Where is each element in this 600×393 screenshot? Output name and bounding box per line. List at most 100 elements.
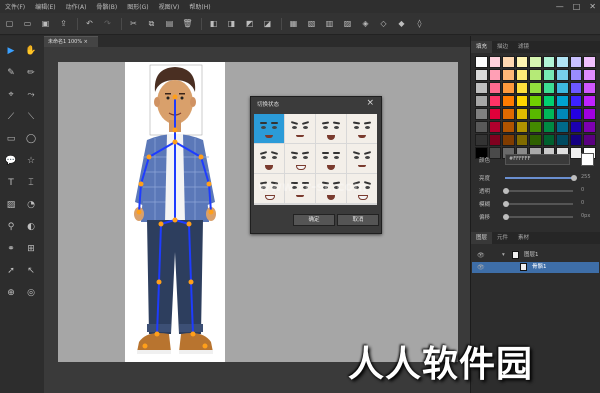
- color-swatch[interactable]: [542, 134, 555, 146]
- color-swatch[interactable]: [502, 69, 515, 81]
- tab-assets[interactable]: 素材: [513, 232, 534, 244]
- target-icon[interactable]: ◎: [24, 286, 38, 300]
- close-icon[interactable]: ×: [366, 98, 374, 108]
- color-swatch[interactable]: [488, 95, 501, 107]
- color-swatch[interactable]: [515, 69, 528, 81]
- color-swatch[interactable]: [583, 69, 596, 81]
- pointer-icon[interactable]: ↖: [24, 264, 38, 278]
- color-swatch[interactable]: [515, 56, 528, 68]
- color-swatch[interactable]: [556, 121, 569, 133]
- tab-filter[interactable]: 滤镜: [513, 41, 534, 53]
- color-swatch[interactable]: [542, 121, 555, 133]
- color-swatch[interactable]: [529, 95, 542, 107]
- tab-symbols[interactable]: 元件: [492, 232, 513, 244]
- redo-icon[interactable]: ↷: [101, 17, 114, 30]
- color-swatch[interactable]: [488, 82, 501, 94]
- color-swatch[interactable]: [515, 121, 528, 133]
- color-swatch[interactable]: [569, 95, 582, 107]
- color-swatch[interactable]: [556, 108, 569, 120]
- bone-icon[interactable]: ⟋: [4, 110, 18, 124]
- color-swatch[interactable]: [515, 134, 528, 146]
- layer-row-selected[interactable]: 👁 骨骼1: [472, 262, 599, 273]
- group-icon[interactable]: ▦: [287, 17, 300, 30]
- star-icon[interactable]: ☆: [24, 154, 38, 168]
- menu-edit[interactable]: 编辑(E): [30, 2, 60, 11]
- flip-icon[interactable]: ◇: [377, 17, 390, 30]
- copy-icon[interactable]: ⧉: [145, 17, 158, 30]
- expression-option[interactable]: [285, 114, 315, 143]
- color-swatch[interactable]: [583, 95, 596, 107]
- color-swatch[interactable]: [569, 134, 582, 146]
- color-swatch[interactable]: [542, 56, 555, 68]
- send-backward-icon[interactable]: ◩: [243, 17, 256, 30]
- minimize-button[interactable]: —: [556, 2, 564, 11]
- color-swatch[interactable]: [475, 134, 488, 146]
- color-swatch[interactable]: [502, 108, 515, 120]
- color-swatch[interactable]: [583, 121, 596, 133]
- color-swatch[interactable]: [569, 56, 582, 68]
- color-swatch[interactable]: [475, 82, 488, 94]
- slider-knob[interactable]: [571, 175, 577, 181]
- select-arrow-icon[interactable]: ▶: [4, 44, 18, 58]
- eye-icon[interactable]: 👁: [477, 262, 485, 273]
- offset-slider[interactable]: [503, 214, 573, 220]
- color-hex-field[interactable]: #FFFFFF: [505, 154, 570, 165]
- expression-option[interactable]: [316, 114, 346, 143]
- color-swatch[interactable]: [475, 56, 488, 68]
- color-swatch[interactable]: [583, 82, 596, 94]
- vertical-text-icon[interactable]: ⌶: [24, 176, 38, 190]
- gradient-icon[interactable]: ◐: [24, 220, 38, 234]
- color-swatch[interactable]: [488, 108, 501, 120]
- menu-bone[interactable]: 骨骼(B): [91, 2, 122, 11]
- character-figure[interactable]: [125, 62, 225, 362]
- align-icon[interactable]: ▥: [323, 17, 336, 30]
- color-swatch[interactable]: [569, 121, 582, 133]
- paste-icon[interactable]: ▤: [163, 17, 176, 30]
- color-swatch[interactable]: [529, 121, 542, 133]
- color-swatch[interactable]: [542, 108, 555, 120]
- expression-option[interactable]: [316, 144, 346, 173]
- color-swatch[interactable]: [502, 56, 515, 68]
- open-file-icon[interactable]: ▭: [21, 17, 34, 30]
- image-icon[interactable]: ▨: [4, 198, 18, 212]
- tag-icon[interactable]: ◈: [359, 17, 372, 30]
- layer-row[interactable]: 👁 ▾ 图层1: [472, 250, 599, 261]
- color-swatch[interactable]: [583, 134, 596, 146]
- color-swatch[interactable]: [583, 56, 596, 68]
- expression-option[interactable]: [254, 114, 284, 143]
- rotate-icon[interactable]: ◆: [395, 17, 408, 30]
- menu-file[interactable]: 文件(F): [0, 2, 30, 11]
- distribute-icon[interactable]: ▨: [341, 17, 354, 30]
- color-swatch[interactable]: [475, 108, 488, 120]
- color-swatch[interactable]: [529, 82, 542, 94]
- bring-front-icon[interactable]: ◧: [207, 17, 220, 30]
- color-swatch[interactable]: [556, 82, 569, 94]
- color-swatch[interactable]: [529, 134, 542, 146]
- pen-icon[interactable]: ✎: [4, 66, 18, 80]
- send-back-icon[interactable]: ◪: [261, 17, 274, 30]
- undo-icon[interactable]: ↶: [83, 17, 96, 30]
- color-swatch[interactable]: [542, 95, 555, 107]
- cancel-button[interactable]: 取消: [337, 214, 379, 226]
- lock-icon[interactable]: ◊: [413, 17, 426, 30]
- text-icon[interactable]: T: [4, 176, 18, 190]
- slider-knob[interactable]: [503, 188, 509, 194]
- color-swatch[interactable]: [488, 134, 501, 146]
- pie-icon[interactable]: ◔: [24, 198, 38, 212]
- ellipse-icon[interactable]: ◯: [24, 132, 38, 146]
- blur-slider[interactable]: [503, 201, 573, 207]
- slider-knob[interactable]: [503, 201, 509, 207]
- color-swatch[interactable]: [542, 69, 555, 81]
- color-swatch[interactable]: [502, 121, 515, 133]
- menu-view[interactable]: 视图(V): [154, 2, 185, 11]
- color-swatch[interactable]: [515, 108, 528, 120]
- rectangle-icon[interactable]: ▭: [4, 132, 18, 146]
- color-swatch[interactable]: [475, 69, 488, 81]
- color-swatch[interactable]: [515, 95, 528, 107]
- color-swatch[interactable]: [529, 108, 542, 120]
- table-icon[interactable]: ⊞: [24, 242, 38, 256]
- menu-action[interactable]: 动作(A): [61, 2, 92, 11]
- color-swatch[interactable]: [569, 108, 582, 120]
- color-swatch[interactable]: [488, 56, 501, 68]
- color-swatch[interactable]: [488, 69, 501, 81]
